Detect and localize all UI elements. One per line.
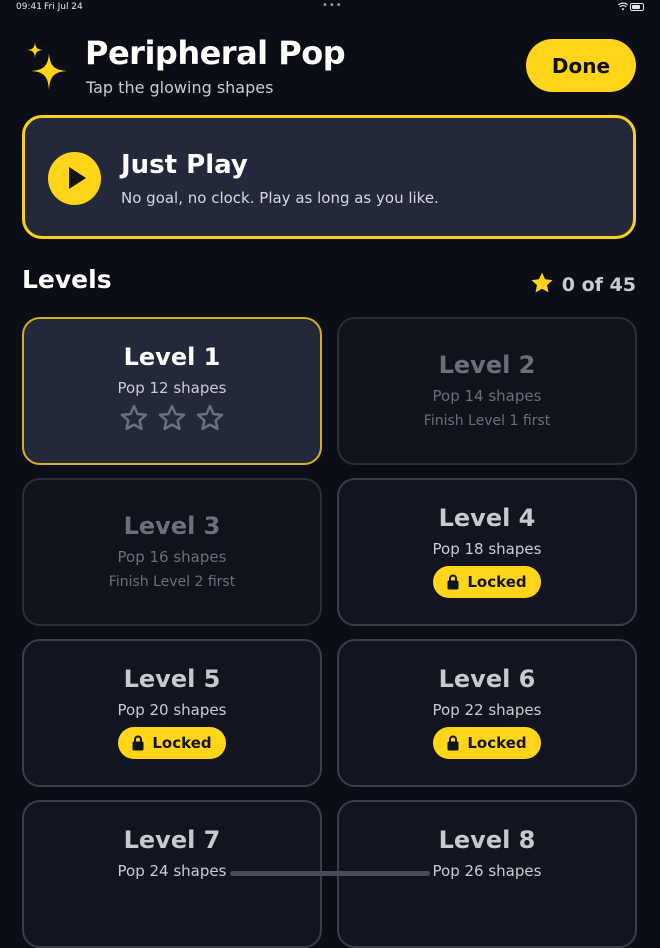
level-goal: Pop 12 shapes [117, 379, 227, 397]
star-outline-icon [196, 404, 224, 431]
wifi-icon [617, 2, 629, 14]
lock-icon [447, 735, 459, 751]
level-goal: Pop 16 shapes [117, 548, 227, 566]
level-card-6[interactable]: Level 6 Pop 22 shapes Locked [337, 639, 637, 787]
locked-label: Locked [467, 734, 527, 752]
level-title: Level 8 [438, 826, 536, 854]
star-icon [530, 271, 554, 299]
done-button[interactable]: Done [526, 39, 636, 92]
level-title: Level 2 [438, 351, 536, 379]
status-date: Fri Jul 24 [44, 2, 83, 12]
play-icon [48, 152, 101, 205]
stars-summary: 0 of 45 [530, 272, 636, 298]
level-title: Level 5 [123, 665, 221, 693]
locked-label: Locked [152, 734, 212, 752]
level-card-2: Level 2 Pop 14 shapes Finish Level 1 fir… [337, 317, 637, 465]
lock-icon [132, 735, 144, 751]
level-goal: Pop 22 shapes [432, 701, 542, 719]
level-card-5[interactable]: Level 5 Pop 20 shapes Locked [22, 639, 322, 787]
level-card-3: Level 3 Pop 16 shapes Finish Level 2 fir… [22, 478, 322, 626]
home-indicator[interactable] [230, 871, 430, 876]
locked-badge: Locked [433, 727, 541, 759]
level-stars [24, 403, 320, 433]
level-goal: Pop 20 shapes [117, 701, 227, 719]
multitasking-dots[interactable]: ••• [322, 0, 343, 11]
level-goal: Pop 14 shapes [432, 387, 542, 405]
level-title: Level 4 [438, 504, 536, 532]
sparkle-icon [24, 40, 72, 92]
just-play-description: No goal, no clock. Play as long as you l… [121, 189, 439, 207]
locked-badge: Locked [118, 727, 226, 759]
battery-icon [630, 3, 644, 11]
levels-heading: Levels [22, 265, 112, 294]
just-play-title: Just Play [121, 150, 248, 180]
level-card-1[interactable]: Level 1 Pop 12 shapes [22, 317, 322, 465]
star-outline-icon [120, 404, 148, 431]
level-title: Level 6 [438, 665, 536, 693]
status-bar: 09:41 Fri Jul 24 ••• [0, 0, 660, 16]
level-card-4[interactable]: Level 4 Pop 18 shapes Locked [337, 478, 637, 626]
level-requirement: Finish Level 1 first [423, 413, 551, 429]
level-title: Level 3 [123, 512, 221, 540]
just-play-card[interactable]: Just Play No goal, no clock. Play as lon… [22, 115, 636, 239]
page-subtitle: Tap the glowing shapes [86, 78, 274, 97]
locked-label: Locked [467, 573, 527, 591]
status-time: 09:41 [16, 2, 42, 12]
level-title: Level 1 [123, 343, 221, 371]
page-title: Peripheral Pop [85, 34, 346, 72]
stars-summary-text: 0 of 45 [561, 274, 636, 296]
level-title: Level 7 [123, 826, 221, 854]
locked-badge: Locked [433, 566, 541, 598]
level-goal: Pop 18 shapes [432, 540, 542, 558]
lock-icon [447, 574, 459, 590]
star-outline-icon [158, 404, 186, 431]
level-requirement: Finish Level 2 first [108, 574, 236, 590]
